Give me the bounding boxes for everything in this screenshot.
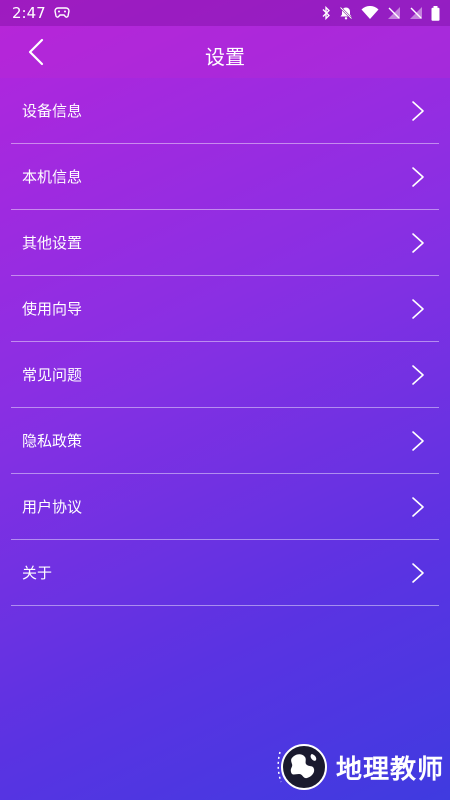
menu-item-user-agreement[interactable]: 用户协议 <box>11 474 439 540</box>
chevron-left-icon <box>28 38 44 66</box>
mute-bell-icon <box>339 6 353 20</box>
app-bar: 设置 <box>0 26 450 78</box>
menu-item-label: 用户协议 <box>22 498 83 516</box>
menu-item-local-info[interactable]: 本机信息 <box>11 144 439 210</box>
watermark: 地理教师 <box>272 742 444 792</box>
watermark-text: 地理教师 <box>335 754 444 785</box>
back-button[interactable] <box>20 36 52 68</box>
chevron-right-icon <box>412 496 424 517</box>
menu-item-about[interactable]: 关于 <box>11 540 439 606</box>
menu-item-privacy-policy[interactable]: 隐私政策 <box>11 408 439 474</box>
menu-item-label: 其他设置 <box>22 234 83 252</box>
status-time: 2:47 <box>12 4 46 22</box>
wifi-icon <box>361 6 379 20</box>
page-title: 设置 <box>205 45 245 69</box>
no-signal-icon <box>387 6 401 20</box>
no-signal-icon <box>409 6 423 20</box>
chevron-right-icon <box>412 232 424 253</box>
game-controller-icon <box>53 4 70 22</box>
menu-item-faq[interactable]: 常见问题 <box>11 342 439 408</box>
menu-item-label: 使用向导 <box>22 300 83 318</box>
menu-item-label: 隐私政策 <box>22 432 83 450</box>
menu-item-label: 本机信息 <box>22 168 83 186</box>
chevron-right-icon <box>412 166 424 187</box>
globe-logo-icon <box>277 744 327 790</box>
menu-item-label: 设备信息 <box>22 102 83 120</box>
bluetooth-icon <box>321 6 331 20</box>
menu-item-user-guide[interactable]: 使用向导 <box>11 276 439 342</box>
settings-menu: 设备信息 本机信息 其他设置 使用向导 常见问题 隐私政策 用户协议 关于 <box>11 78 439 606</box>
status-bar: 2:47 <box>0 0 450 26</box>
chevron-right-icon <box>412 100 424 121</box>
settings-screen: 2:47 设置 设备信息 本机信息 其他设置 使用向导 常见问题 隐私政策 用户… <box>0 0 450 800</box>
menu-item-label: 常见问题 <box>22 366 83 384</box>
menu-item-other-settings[interactable]: 其他设置 <box>11 210 439 276</box>
chevron-right-icon <box>412 562 424 583</box>
chevron-right-icon <box>412 364 424 385</box>
menu-item-device-info[interactable]: 设备信息 <box>11 78 439 144</box>
menu-item-label: 关于 <box>22 564 53 582</box>
chevron-right-icon <box>412 430 424 451</box>
chevron-right-icon <box>412 298 424 319</box>
battery-icon <box>431 5 440 21</box>
